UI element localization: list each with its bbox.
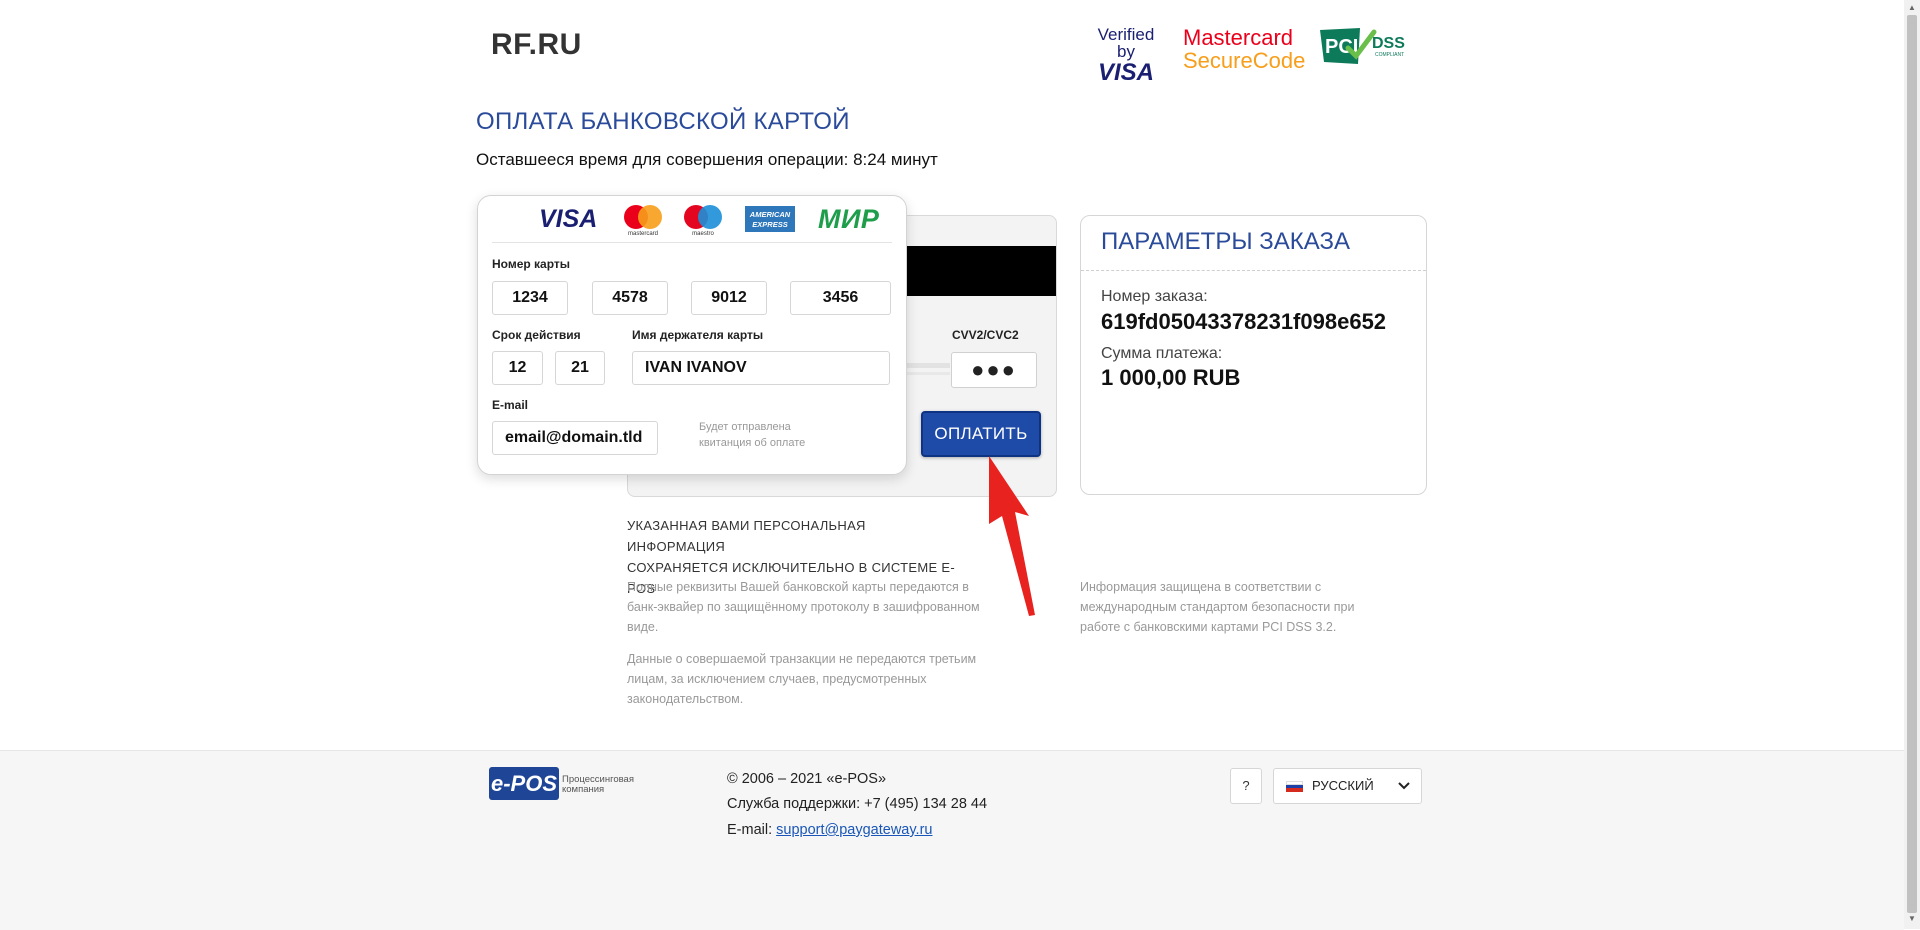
email-hint: Будет отправлена квитанция об оплате — [699, 419, 805, 451]
payment-amount-label: Сумма платежа: — [1101, 345, 1223, 362]
support-email-link[interactable]: support@paygateway.ru — [776, 822, 932, 838]
expiry-label: Срок действия — [492, 328, 581, 342]
signature-line-2 — [905, 372, 950, 375]
annotation-arrow — [989, 456, 1035, 616]
mir-logo: МИР — [818, 204, 880, 234]
expiry-month-field[interactable]: 12 — [492, 351, 543, 385]
email-field[interactable]: email@domain.tld — [492, 421, 658, 455]
pci-info-line2: международным стандартом безопасности пр… — [1080, 600, 1355, 614]
mastercard-label: mastercard — [628, 231, 658, 237]
card-number-field-4[interactable]: 3456 — [790, 281, 891, 315]
card-data-info: Полные реквизиты Вашей банковской карты … — [627, 577, 1007, 637]
personal-info-line1: УКАЗАННАЯ ВАМИ ПЕРСОНАЛЬНАЯ ИНФОРМАЦИЯ — [627, 518, 866, 554]
card-number-field-3[interactable]: 9012 — [691, 281, 767, 315]
pci-info: Информация защищена в соответствии с меж… — [1080, 577, 1420, 637]
brands-divider — [492, 242, 892, 243]
pci-dss-badge: PCI DSS COMPLIANT — [1320, 28, 1405, 64]
card-number-field-1[interactable]: 1234 — [492, 281, 568, 315]
card-number-label: Номер карты — [492, 257, 571, 271]
epos-logo: e-POS — [489, 767, 559, 800]
footer-email: E-mail: support@paygateway.ru — [727, 822, 932, 838]
maestro-label: maestro — [692, 231, 714, 237]
order-params-heading: ПАРАМЕТРЫ ЗАКАЗА — [1101, 228, 1350, 255]
cardholder-label: Имя держателя карты — [632, 328, 764, 342]
payment-amount-value: 1 000,00 RUB — [1101, 365, 1241, 390]
pci-info-line1: Информация защищена в соответствии с — [1080, 580, 1322, 594]
card-data-info-line1: Полные реквизиты Вашей банковской карты … — [627, 580, 969, 594]
vbv-line2: VISA — [1097, 59, 1154, 86]
epos-tagline-line2: компания — [562, 784, 605, 795]
pay-button[interactable]: ОПЛАТИТЬ — [921, 411, 1041, 457]
page-title: ОПЛАТА БАНКОВСКОЙ КАРТОЙ — [476, 108, 850, 135]
verified-by-visa-badge: Verified by VISA — [1088, 26, 1164, 85]
footer-copyright: © 2006 – 2021 «e-POS» — [727, 771, 887, 787]
merchant-logo: RF.RU — [491, 28, 582, 61]
language-selector[interactable]: РУССКИЙ — [1273, 768, 1422, 804]
card-number-field-2[interactable]: 4578 — [592, 281, 668, 315]
email-hint-line2: квитанция об оплате — [699, 437, 806, 449]
expiry-year-field[interactable]: 21 — [555, 351, 605, 385]
pci-info-line3: работе с банковскими картами PCI DSS 3.2… — [1080, 620, 1337, 634]
order-divider — [1081, 270, 1426, 271]
pci-sub-text: COMPLIANT — [1375, 52, 1404, 58]
email-hint-line1: Будет отправлена — [699, 421, 791, 433]
language-label: РУССКИЙ — [1312, 778, 1374, 793]
amex-logo: AMERICAN EXPRESS — [745, 206, 795, 232]
transaction-info-line1: Данные о совершаемой транзакции не перед… — [627, 652, 977, 666]
msc-line2: SecureCode — [1183, 48, 1306, 74]
order-number-label: Номер заказа: — [1101, 288, 1208, 305]
pci-dss-text: DSS — [1372, 35, 1405, 52]
signature-line — [905, 363, 950, 368]
help-button[interactable]: ? — [1230, 768, 1262, 804]
vbv-line1: Verified by — [1097, 25, 1155, 61]
mastercard-logo: mastercard — [624, 205, 662, 237]
amex-label-2: EXPRESS — [752, 220, 787, 229]
russia-flag-icon — [1286, 781, 1303, 792]
email-label: E-mail — [492, 398, 529, 412]
msc-line1: Mastercard — [1183, 25, 1294, 50]
visa-logo: VISA — [539, 205, 598, 233]
scroll-down-icon[interactable]: ▼ — [1908, 914, 1916, 923]
transaction-data-info: Данные о совершаемой транзакции не перед… — [627, 649, 1007, 709]
mastercard-securecode-badge: Mastercard SecureCode — [1183, 26, 1305, 72]
card-data-info-line3: виде. — [627, 620, 659, 634]
footer — [0, 750, 1904, 930]
chevron-down-icon — [1398, 782, 1410, 790]
footer-support-phone: Служба поддержки: +7 (495) 134 28 44 — [727, 796, 988, 812]
cvv-label: CVV2/CVC2 — [952, 328, 1019, 342]
footer-email-label: E-mail: — [727, 822, 773, 838]
maestro-logo: maestro — [684, 205, 722, 237]
transaction-info-line2: лицам, за исключением случаев, предусмот… — [627, 672, 927, 686]
epos-tagline: Процессинговая компания — [562, 775, 634, 795]
operation-timer: Оставшееся время для совершения операции… — [476, 150, 938, 169]
scroll-up-icon[interactable]: ▲ — [1908, 3, 1916, 12]
amex-label-1: AMERICAN — [749, 210, 791, 219]
cvv-input[interactable]: ●●● — [951, 352, 1037, 388]
order-number-value: 619fd05043378231f098e652 — [1101, 309, 1387, 334]
transaction-info-line3: законодательством. — [627, 692, 744, 706]
card-data-info-line2: банк-эквайер по защищённому протоколу в … — [627, 600, 980, 614]
scrollbar-thumb[interactable] — [1907, 15, 1917, 913]
cardholder-field[interactable]: IVAN IVANOV — [632, 351, 890, 385]
